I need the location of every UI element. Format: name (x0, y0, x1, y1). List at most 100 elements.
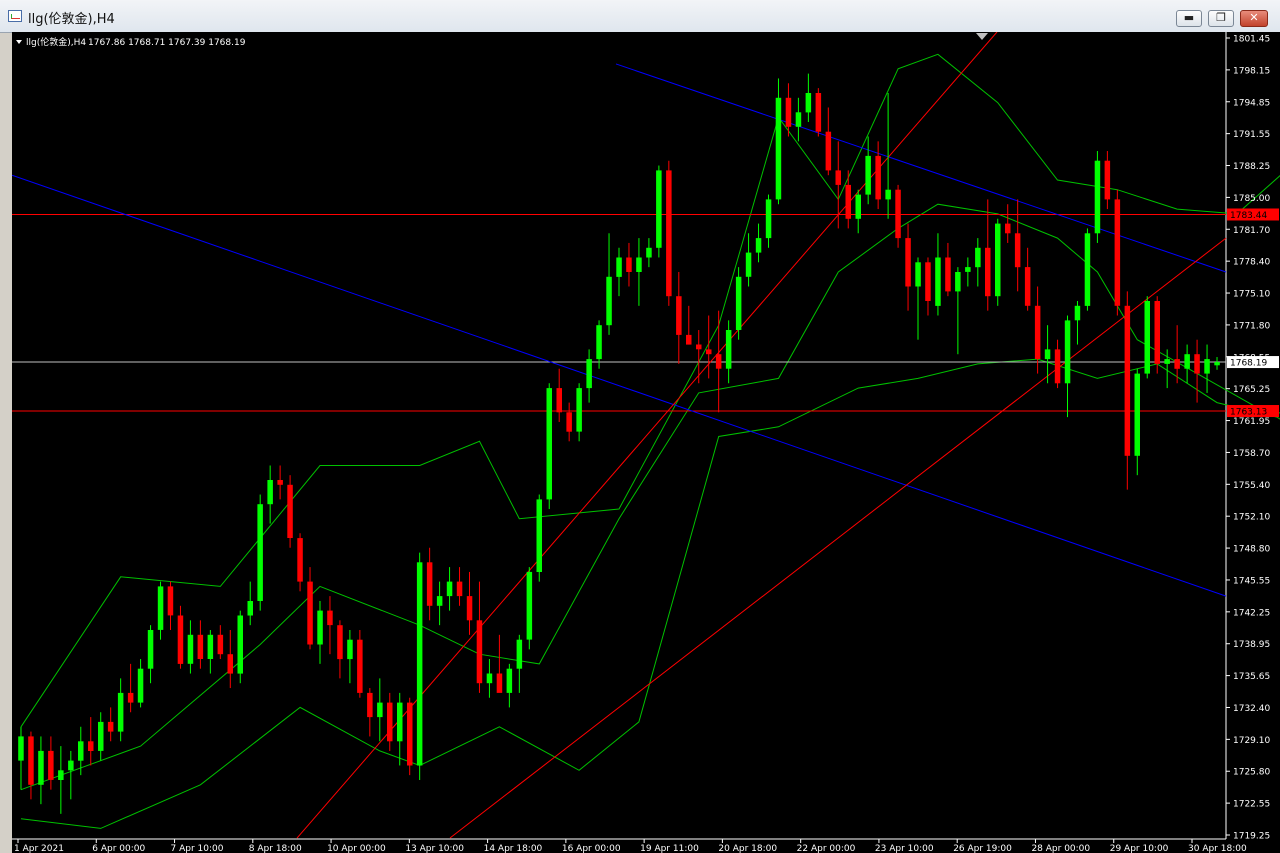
candle-body (277, 480, 283, 485)
candle-body (1164, 359, 1170, 364)
candle-body (88, 741, 94, 751)
channel-trendline-blue (12, 174, 1227, 597)
candle-body (696, 344, 702, 350)
candle-body (775, 97, 782, 200)
candle-body (1054, 349, 1061, 384)
candle-body (38, 750, 44, 785)
time-tick-label: 29 Apr 10:00 (1110, 844, 1169, 853)
candle-body (486, 673, 493, 684)
candle-body (825, 131, 832, 171)
candle-body (337, 625, 343, 660)
time-tick-label: 7 Apr 10:00 (171, 844, 224, 853)
price-tick-label: 1801.45 (1233, 35, 1270, 45)
candle-body (127, 692, 134, 703)
time-tick-label: 13 Apr 10:00 (405, 844, 464, 853)
close-button[interactable]: ✕ (1240, 10, 1268, 27)
candle-body (646, 247, 652, 258)
candle-body (98, 721, 104, 751)
symbol-label: llg(伦敦金),H4 (26, 36, 86, 48)
candle-body (446, 581, 453, 597)
channel-trendline-blue (615, 63, 1227, 273)
candle-body (297, 538, 303, 582)
candle-body (407, 702, 413, 766)
candle-body (536, 499, 542, 572)
restore-button[interactable]: ❐ (1208, 10, 1234, 27)
candle-body (965, 267, 971, 272)
candle-body (895, 189, 901, 239)
candle-body (187, 634, 194, 664)
candle-body (516, 639, 523, 669)
candle-body (735, 276, 742, 330)
time-tick-label: 14 Apr 18:00 (484, 844, 543, 853)
candle-body (795, 112, 802, 127)
candle-body (676, 296, 682, 335)
current-price-tag: 1768.19 (1230, 359, 1267, 369)
candle-body (257, 504, 263, 601)
candle-body (426, 562, 433, 606)
candle-body (855, 194, 861, 219)
price-tick-label: 1738.95 (1233, 640, 1270, 650)
candle-body (1014, 233, 1021, 268)
candle-body (436, 596, 443, 606)
candle-body (357, 639, 363, 693)
time-tick-label: 6 Apr 00:00 (92, 844, 145, 853)
candle-body (117, 692, 124, 732)
candle-body (1154, 301, 1160, 364)
candle-body (995, 223, 1001, 297)
candle-body (307, 581, 313, 645)
candle-body (955, 272, 961, 292)
candle-body (945, 257, 951, 292)
time-tick-label: 10 Apr 00:00 (327, 844, 386, 853)
price-tick-label: 1788.25 (1233, 162, 1270, 172)
minimize-button[interactable]: ▬ (1176, 10, 1202, 27)
candle-body (935, 257, 941, 306)
candle-body (596, 325, 602, 360)
candle-body (1084, 233, 1091, 306)
candle-body (616, 257, 622, 277)
candlestick-chart[interactable]: 1801.45 1798.15 1794.85 1791.55 1788.25 1785.… (12, 32, 1280, 853)
candle-body (217, 634, 224, 655)
chart-shift-marker-icon (976, 33, 988, 40)
candle-body (975, 247, 981, 268)
candle-body (1005, 223, 1011, 234)
chart-area[interactable]: 1801.45 1798.15 1794.85 1791.55 1788.25 1785.… (12, 32, 1280, 853)
time-tick-label: 30 Apr 18:00 (1188, 844, 1247, 853)
candle-body (656, 170, 662, 248)
candle-body (865, 155, 871, 195)
price-tick-label: 1719.25 (1233, 832, 1270, 842)
candle-body (875, 155, 881, 200)
candle-body (915, 262, 921, 287)
candle-body (1134, 373, 1140, 456)
candle-body (1124, 305, 1131, 456)
candle-body (925, 262, 931, 301)
candle-body (556, 388, 562, 413)
candle-body (586, 359, 592, 389)
candle-body (785, 97, 792, 127)
bollinger-lower-band (20, 358, 1280, 829)
price-tick-label: 1794.85 (1233, 98, 1270, 108)
candle-body (636, 257, 642, 272)
time-tick-label: 22 Apr 00:00 (797, 844, 856, 853)
time-tick-label: 26 Apr 19:00 (953, 844, 1012, 853)
candle-body (466, 596, 473, 621)
candle-body (546, 388, 552, 500)
candle-body (725, 330, 732, 369)
time-tick-label: 19 Apr 11:00 (640, 844, 699, 853)
candle-body (157, 586, 164, 630)
candle-body (367, 692, 373, 718)
candle-body (1174, 359, 1180, 369)
level-price-tag: 1783.44 (1230, 211, 1267, 221)
dropdown-triangle-icon[interactable] (16, 40, 22, 44)
candle-body (1184, 354, 1190, 369)
candle-body (177, 615, 184, 664)
candle-body (476, 620, 483, 684)
price-tick-label: 1729.10 (1233, 736, 1270, 746)
candle-body (68, 760, 74, 771)
support-trendline-red (449, 237, 1227, 839)
candle-body (137, 668, 144, 703)
candle-body (1204, 359, 1210, 374)
candle-body (765, 199, 772, 239)
candle-body (387, 702, 393, 742)
price-tick-label: 1722.55 (1233, 800, 1270, 810)
price-tick-label: 1785.00 (1233, 194, 1270, 204)
